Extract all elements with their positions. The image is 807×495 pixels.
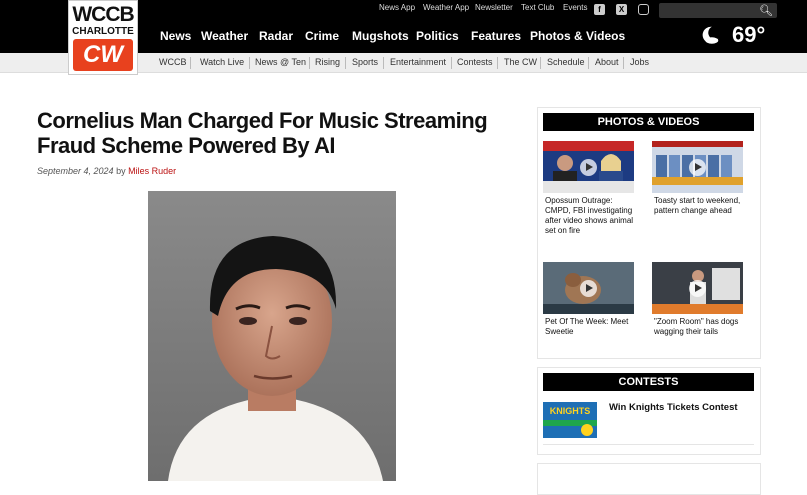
article-photo <box>148 191 396 481</box>
video-caption[interactable]: Pet Of The Week: Meet Sweetie <box>545 317 635 337</box>
video-caption[interactable]: Toasty start to weekend, pattern change … <box>654 196 744 216</box>
video-thumbnail[interactable] <box>543 141 634 193</box>
article-meta: September 4, 2024 by Miles Ruder <box>37 166 176 176</box>
knights-mascot-icon <box>581 424 593 436</box>
subnav-sports[interactable]: Sports <box>352 57 378 67</box>
play-icon[interactable] <box>689 280 706 297</box>
instagram-icon[interactable] <box>638 4 649 15</box>
divider <box>309 57 310 69</box>
video-caption[interactable]: Opossum Outrage: CMPD, FBI investigating… <box>545 196 635 236</box>
contests-heading: CONTESTS <box>543 373 754 391</box>
divider <box>383 57 384 69</box>
divider <box>345 57 346 69</box>
divider <box>190 57 191 69</box>
utility-link-news-app[interactable]: News App <box>379 3 415 12</box>
subnav-jobs[interactable]: Jobs <box>630 57 649 67</box>
logo-city: CHARLOTTE <box>72 26 134 37</box>
logo-wordmark: WCCB <box>72 3 134 26</box>
nav-weather[interactable]: Weather <box>201 29 248 43</box>
photos-videos-heading: PHOTOS & VIDEOS <box>543 113 754 131</box>
subnav-schedule[interactable]: Schedule <box>547 57 585 67</box>
play-icon[interactable] <box>689 159 706 176</box>
subnav-entertainment[interactable]: Entertainment <box>390 57 446 67</box>
cw-logo: CW <box>73 39 133 71</box>
divider <box>497 57 498 69</box>
facebook-icon[interactable]: f <box>594 4 605 15</box>
contests-widget: CONTESTS KNIGHTS Win Knights Tickets Con… <box>537 367 761 455</box>
nav-mugshots[interactable]: Mugshots <box>352 29 409 43</box>
divider <box>540 57 541 69</box>
utility-link-events[interactable]: Events <box>563 3 587 12</box>
subnav-the-cw[interactable]: The CW <box>504 57 537 67</box>
subnav-news-at-ten[interactable]: News @ Ten <box>255 57 306 67</box>
temperature: 69° <box>732 22 766 47</box>
byline-by: by <box>116 166 126 176</box>
author-link[interactable]: Miles Ruder <box>128 166 176 176</box>
search-input[interactable]: 🔍︎ <box>659 3 777 18</box>
sidebar-widget <box>537 463 761 495</box>
divider <box>623 57 624 69</box>
subnav-wccb[interactable]: WCCB <box>159 57 187 67</box>
nav-radar[interactable]: Radar <box>259 29 293 43</box>
moon-cloud-icon <box>702 26 719 44</box>
divider <box>588 57 589 69</box>
subnav-rising[interactable]: Rising <box>315 57 340 67</box>
divider <box>249 57 250 69</box>
article-title: Cornelius Man Charged For Music Streamin… <box>37 108 488 158</box>
divider <box>451 57 452 69</box>
nav-politics[interactable]: Politics <box>416 29 459 43</box>
subnav-about[interactable]: About <box>595 57 619 67</box>
utility-link-newsletter[interactable]: Newsletter <box>475 3 513 12</box>
search-icon[interactable]: 🔍︎ <box>759 4 773 17</box>
nav-photos-videos[interactable]: Photos & Videos <box>530 29 625 43</box>
photos-videos-widget: PHOTOS & VIDEOS Opossum Outrage: CMPD, F… <box>537 107 761 359</box>
nav-news[interactable]: News <box>160 29 191 43</box>
contest-title[interactable]: Win Knights Tickets Contest <box>609 402 738 413</box>
play-icon[interactable] <box>580 159 597 176</box>
article-date: September 4, 2024 <box>37 166 114 176</box>
x-icon[interactable]: X <box>616 4 627 15</box>
subnav-contests[interactable]: Contests <box>457 57 493 67</box>
contest-thumbnail-text: KNIGHTS <box>549 406 591 416</box>
wccb-logo[interactable]: WCCB CHARLOTTE CW <box>68 0 138 75</box>
nav-features[interactable]: Features <box>471 29 521 43</box>
play-icon[interactable] <box>580 280 597 297</box>
nav-crime[interactable]: Crime <box>305 29 339 43</box>
video-thumbnail[interactable] <box>543 262 634 314</box>
subnav-watch-live[interactable]: Watch Live <box>200 57 244 67</box>
contest-thumbnail[interactable]: KNIGHTS <box>543 402 597 438</box>
utility-link-text-club[interactable]: Text Club <box>521 3 554 12</box>
divider <box>543 444 754 445</box>
utility-link-weather-app[interactable]: Weather App <box>423 3 469 12</box>
video-caption[interactable]: "Zoom Room" has dogs wagging their tails <box>654 317 744 337</box>
mugshot-image <box>148 191 396 481</box>
video-thumbnail[interactable] <box>652 262 743 314</box>
video-thumbnail[interactable] <box>652 141 743 193</box>
